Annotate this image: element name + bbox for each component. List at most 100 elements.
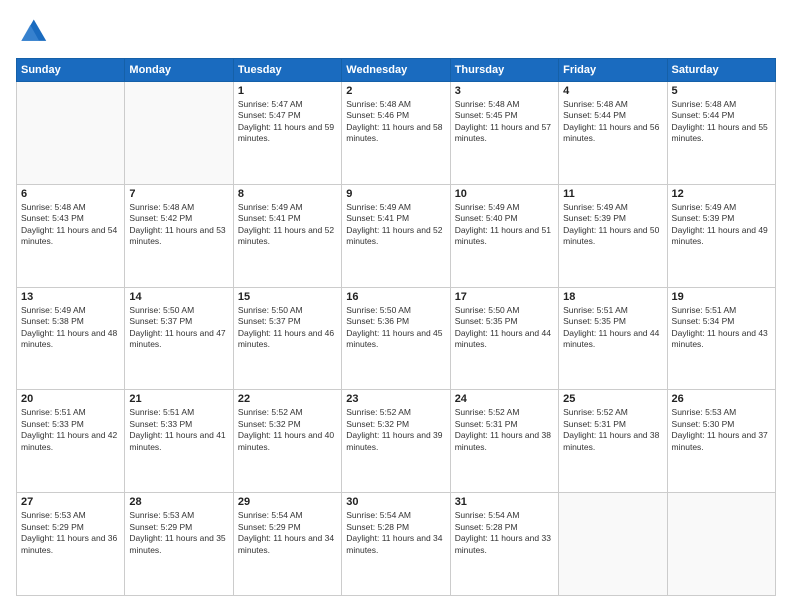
day-info: Sunrise: 5:51 AM Sunset: 5:34 PM Dayligh… xyxy=(672,305,771,351)
calendar-cell: 21 Sunrise: 5:51 AM Sunset: 5:33 PM Dayli… xyxy=(125,390,233,493)
day-info: Sunrise: 5:49 AM Sunset: 5:39 PM Dayligh… xyxy=(563,202,662,248)
day-number: 27 xyxy=(21,496,120,508)
calendar-table: SundayMondayTuesdayWednesdayThursdayFrid… xyxy=(16,58,776,596)
day-info: Sunrise: 5:48 AM Sunset: 5:45 PM Dayligh… xyxy=(455,99,554,145)
calendar-cell: 11Sunrise: 5:49 AM Sunset: 5:39 PM Dayli… xyxy=(559,184,667,287)
calendar-cell xyxy=(559,493,667,596)
calendar-cell: 27Sunrise: 5:53 AM Sunset: 5:29 PM Dayli… xyxy=(17,493,125,596)
day-info: Sunrise: 5:54 AM Sunset: 5:29 PM Dayligh… xyxy=(238,510,337,556)
day-number: 20 xyxy=(21,393,120,405)
day-number: 26 xyxy=(672,393,771,405)
day-number: 6 xyxy=(21,188,120,200)
calendar-cell: 30Sunrise: 5:54 AM Sunset: 5:28 PM Dayli… xyxy=(342,493,450,596)
day-info: Sunrise: 5:49 AM Sunset: 5:38 PM Dayligh… xyxy=(21,305,120,351)
day-number: 4 xyxy=(563,85,662,97)
calendar-week-row: 27Sunrise: 5:53 AM Sunset: 5:29 PM Dayli… xyxy=(17,493,776,596)
calendar-header-row: SundayMondayTuesdayWednesdayThursdayFrid… xyxy=(17,59,776,82)
calendar-cell: 19 Sunrise: 5:51 AM Sunset: 5:34 PM Dayli… xyxy=(667,287,775,390)
calendar-cell: 13 Sunrise: 5:49 AM Sunset: 5:38 PM Dayli… xyxy=(17,287,125,390)
day-info: Sunrise: 5:49 AM Sunset: 5:41 PM Dayligh… xyxy=(346,202,445,248)
calendar-week-row: 13 Sunrise: 5:49 AM Sunset: 5:38 PM Dayli… xyxy=(17,287,776,390)
day-number: 5 xyxy=(672,85,771,97)
calendar-cell: 18 Sunrise: 5:51 AM Sunset: 5:35 PM Dayli… xyxy=(559,287,667,390)
day-info: Sunrise: 5:48 AM Sunset: 5:42 PM Dayligh… xyxy=(129,202,228,248)
day-info: Sunrise: 5:52 AM Sunset: 5:31 PM Dayligh… xyxy=(455,407,554,453)
day-info: Sunrise: 5:51 AM Sunset: 5:33 PM Dayligh… xyxy=(21,407,120,453)
calendar-cell: 15 Sunrise: 5:50 AM Sunset: 5:37 PM Dayli… xyxy=(233,287,341,390)
day-number: 8 xyxy=(238,188,337,200)
calendar-week-row: 20 Sunrise: 5:51 AM Sunset: 5:33 PM Dayli… xyxy=(17,390,776,493)
day-info: Sunrise: 5:52 AM Sunset: 5:31 PM Dayligh… xyxy=(563,407,662,453)
day-number: 18 xyxy=(563,291,662,303)
day-number: 13 xyxy=(21,291,120,303)
day-number: 14 xyxy=(129,291,228,303)
day-info: Sunrise: 5:50 AM Sunset: 5:37 PM Dayligh… xyxy=(129,305,228,351)
calendar-cell: 7 Sunrise: 5:48 AM Sunset: 5:42 PM Daylig… xyxy=(125,184,233,287)
weekday-header: Saturday xyxy=(667,59,775,82)
calendar-cell: 16 Sunrise: 5:50 AM Sunset: 5:36 PM Dayli… xyxy=(342,287,450,390)
calendar-cell: 26 Sunrise: 5:53 AM Sunset: 5:30 PM Dayli… xyxy=(667,390,775,493)
day-number: 17 xyxy=(455,291,554,303)
calendar-cell: 14 Sunrise: 5:50 AM Sunset: 5:37 PM Dayli… xyxy=(125,287,233,390)
day-number: 30 xyxy=(346,496,445,508)
calendar-cell: 20 Sunrise: 5:51 AM Sunset: 5:33 PM Dayli… xyxy=(17,390,125,493)
day-info: Sunrise: 5:50 AM Sunset: 5:36 PM Dayligh… xyxy=(346,305,445,351)
calendar-cell: 6Sunrise: 5:48 AM Sunset: 5:43 PM Daylig… xyxy=(17,184,125,287)
day-number: 25 xyxy=(563,393,662,405)
day-info: Sunrise: 5:53 AM Sunset: 5:30 PM Dayligh… xyxy=(672,407,771,453)
day-info: Sunrise: 5:49 AM Sunset: 5:39 PM Dayligh… xyxy=(672,202,771,248)
day-number: 31 xyxy=(455,496,554,508)
day-number: 16 xyxy=(346,291,445,303)
day-info: Sunrise: 5:49 AM Sunset: 5:40 PM Dayligh… xyxy=(455,202,554,248)
day-number: 15 xyxy=(238,291,337,303)
day-number: 21 xyxy=(129,393,228,405)
calendar-cell: 31 Sunrise: 5:54 AM Sunset: 5:28 PM Dayli… xyxy=(450,493,558,596)
weekday-header: Thursday xyxy=(450,59,558,82)
calendar-cell: 10 Sunrise: 5:49 AM Sunset: 5:40 PM Dayli… xyxy=(450,184,558,287)
day-info: Sunrise: 5:51 AM Sunset: 5:35 PM Dayligh… xyxy=(563,305,662,351)
logo-icon xyxy=(16,16,48,48)
calendar-cell: 25 Sunrise: 5:52 AM Sunset: 5:31 PM Dayli… xyxy=(559,390,667,493)
day-info: Sunrise: 5:48 AM Sunset: 5:44 PM Dayligh… xyxy=(563,99,662,145)
logo xyxy=(16,16,52,48)
day-number: 2 xyxy=(346,85,445,97)
day-info: Sunrise: 5:54 AM Sunset: 5:28 PM Dayligh… xyxy=(455,510,554,556)
day-number: 19 xyxy=(672,291,771,303)
day-number: 7 xyxy=(129,188,228,200)
calendar-cell: 28Sunrise: 5:53 AM Sunset: 5:29 PM Dayli… xyxy=(125,493,233,596)
weekday-header: Wednesday xyxy=(342,59,450,82)
header xyxy=(16,16,776,48)
day-number: 9 xyxy=(346,188,445,200)
day-number: 1 xyxy=(238,85,337,97)
calendar-cell: 12 Sunrise: 5:49 AM Sunset: 5:39 PM Dayli… xyxy=(667,184,775,287)
weekday-header: Friday xyxy=(559,59,667,82)
day-info: Sunrise: 5:49 AM Sunset: 5:41 PM Dayligh… xyxy=(238,202,337,248)
day-info: Sunrise: 5:52 AM Sunset: 5:32 PM Dayligh… xyxy=(238,407,337,453)
calendar-cell: 29 Sunrise: 5:54 AM Sunset: 5:29 PM Dayli… xyxy=(233,493,341,596)
calendar-cell xyxy=(17,82,125,185)
calendar-cell: 1 Sunrise: 5:47 AM Sunset: 5:47 PM Daylig… xyxy=(233,82,341,185)
day-number: 29 xyxy=(238,496,337,508)
calendar-cell: 22 Sunrise: 5:52 AM Sunset: 5:32 PM Dayli… xyxy=(233,390,341,493)
calendar-cell: 5 Sunrise: 5:48 AM Sunset: 5:44 PM Daylig… xyxy=(667,82,775,185)
weekday-header: Monday xyxy=(125,59,233,82)
page: SundayMondayTuesdayWednesdayThursdayFrid… xyxy=(0,0,792,612)
day-number: 10 xyxy=(455,188,554,200)
calendar-week-row: 6Sunrise: 5:48 AM Sunset: 5:43 PM Daylig… xyxy=(17,184,776,287)
weekday-header: Tuesday xyxy=(233,59,341,82)
day-info: Sunrise: 5:50 AM Sunset: 5:37 PM Dayligh… xyxy=(238,305,337,351)
day-info: Sunrise: 5:51 AM Sunset: 5:33 PM Dayligh… xyxy=(129,407,228,453)
calendar-cell: 8 Sunrise: 5:49 AM Sunset: 5:41 PM Daylig… xyxy=(233,184,341,287)
calendar-cell: 3Sunrise: 5:48 AM Sunset: 5:45 PM Daylig… xyxy=(450,82,558,185)
day-number: 12 xyxy=(672,188,771,200)
calendar-cell: 4 Sunrise: 5:48 AM Sunset: 5:44 PM Daylig… xyxy=(559,82,667,185)
calendar-cell: 2Sunrise: 5:48 AM Sunset: 5:46 PM Daylig… xyxy=(342,82,450,185)
day-info: Sunrise: 5:50 AM Sunset: 5:35 PM Dayligh… xyxy=(455,305,554,351)
day-number: 22 xyxy=(238,393,337,405)
weekday-header: Sunday xyxy=(17,59,125,82)
calendar-cell: 23Sunrise: 5:52 AM Sunset: 5:32 PM Dayli… xyxy=(342,390,450,493)
day-info: Sunrise: 5:47 AM Sunset: 5:47 PM Dayligh… xyxy=(238,99,337,145)
day-info: Sunrise: 5:48 AM Sunset: 5:44 PM Dayligh… xyxy=(672,99,771,145)
day-info: Sunrise: 5:52 AM Sunset: 5:32 PM Dayligh… xyxy=(346,407,445,453)
calendar-cell xyxy=(125,82,233,185)
